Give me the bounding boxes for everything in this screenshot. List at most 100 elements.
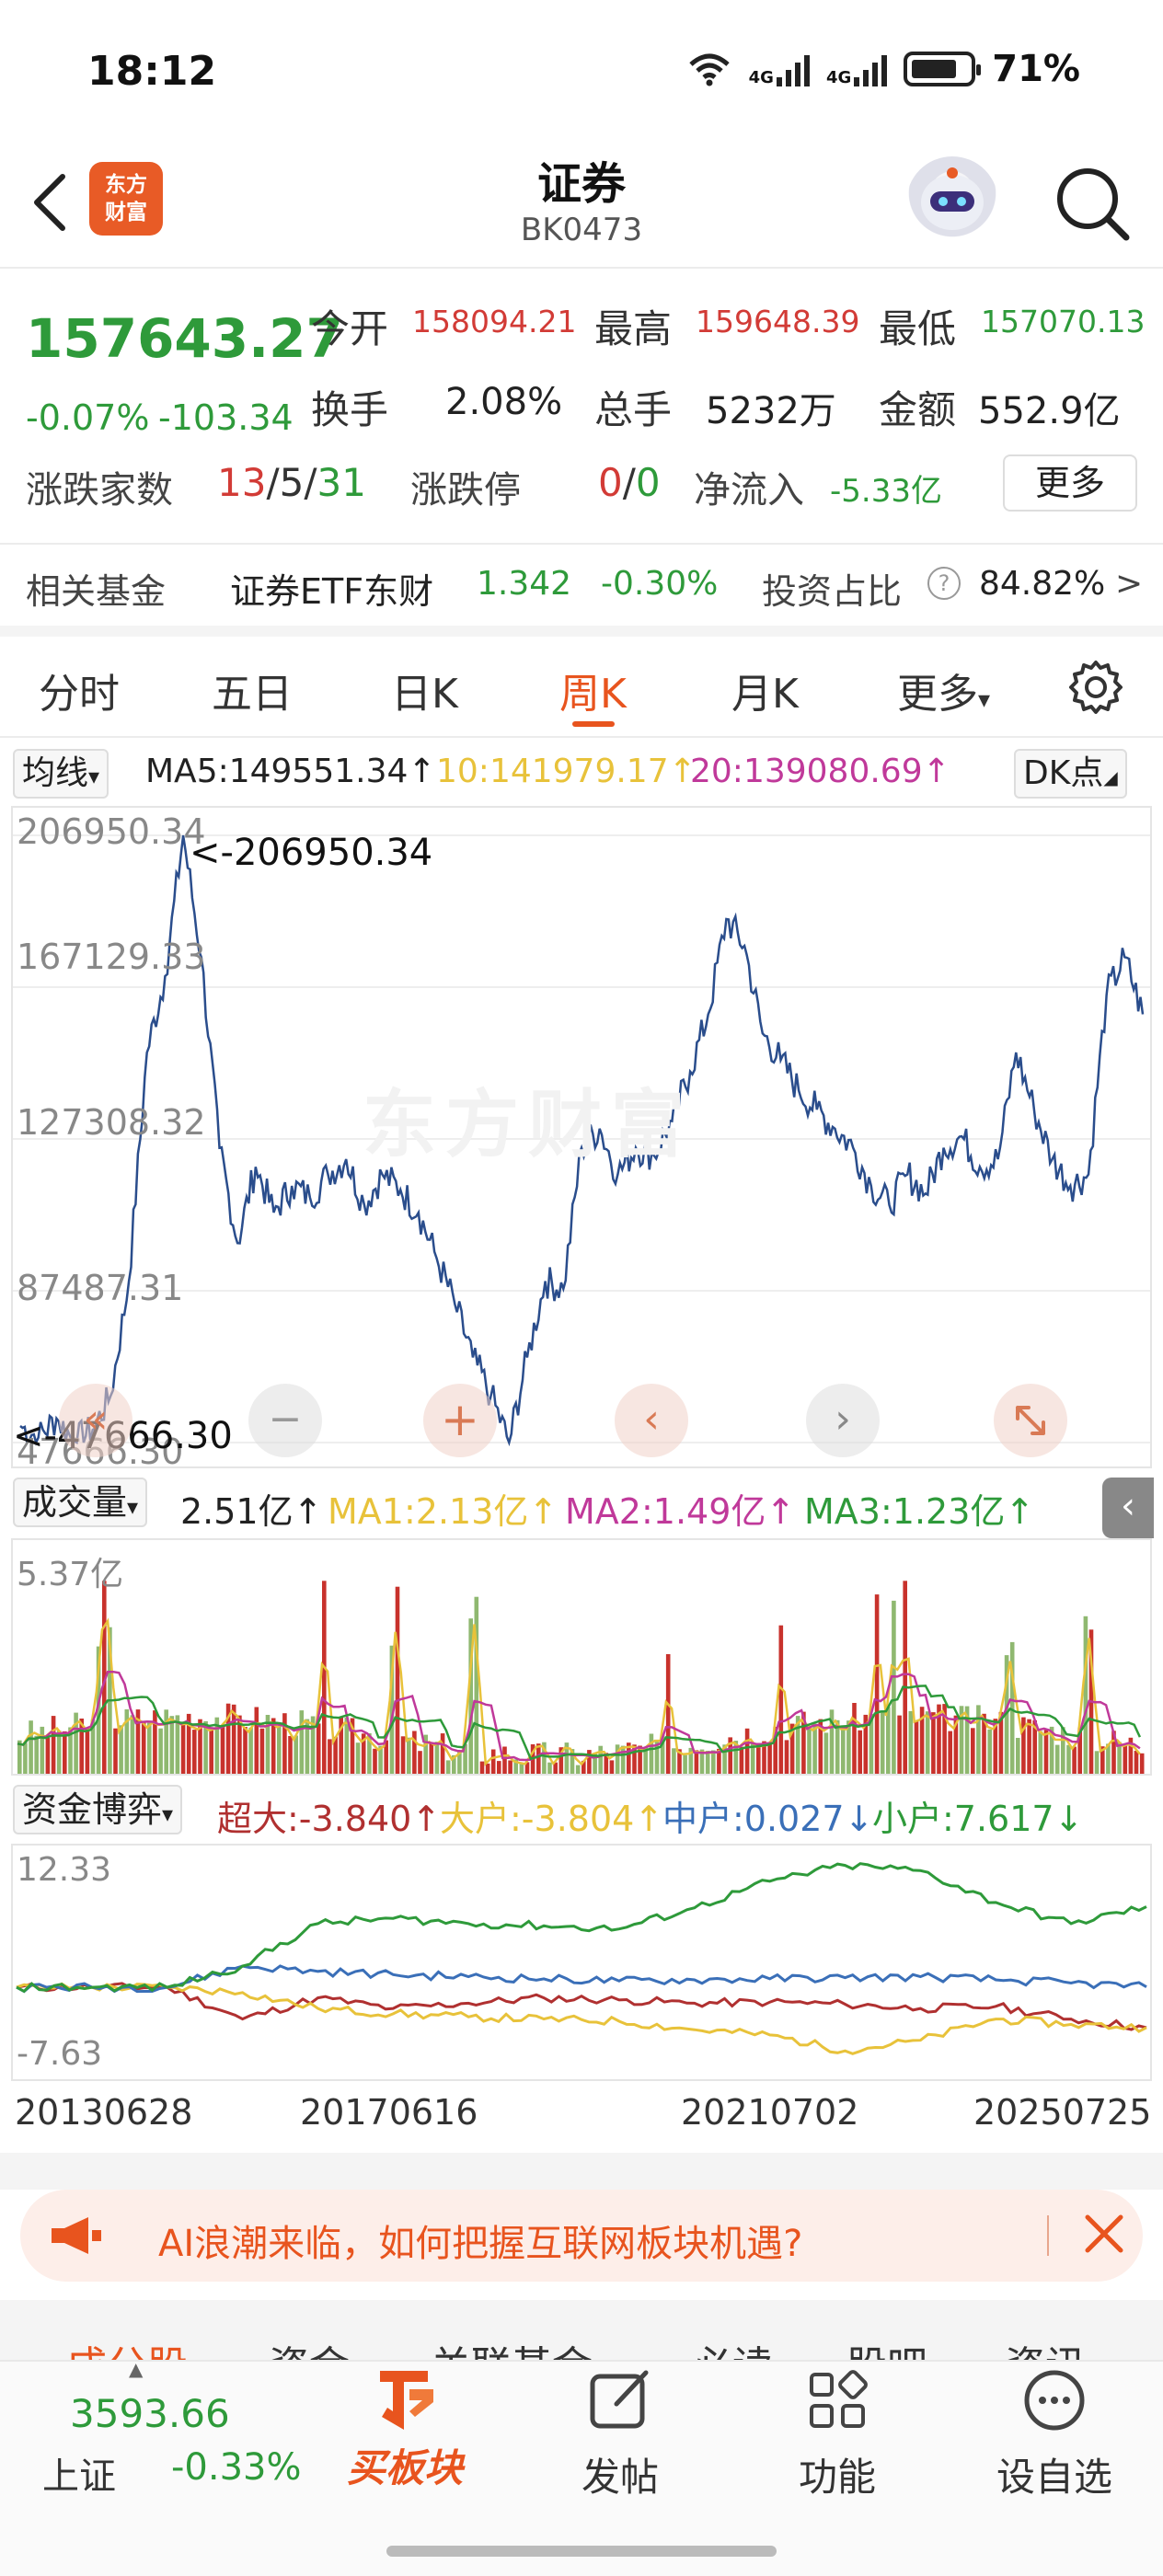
- volume-bar: [914, 1720, 919, 1774]
- volume-bar: [598, 1745, 603, 1774]
- fund-change: -0.30%: [601, 565, 719, 603]
- volume-bar: [164, 1709, 168, 1774]
- dk-point-button[interactable]: DK点◢: [1014, 749, 1127, 799]
- volume-bar: [254, 1707, 259, 1774]
- volume-bar: [407, 1737, 411, 1774]
- fullscreen-button[interactable]: [994, 1384, 1067, 1457]
- tab-weekly-k[interactable]: 周K: [559, 661, 627, 719]
- scroll-left-fast-button[interactable]: «: [59, 1384, 132, 1457]
- more-dots-icon: [1024, 2370, 1085, 2431]
- volume-bar: [908, 1710, 914, 1774]
- zoom-out-button[interactable]: −: [248, 1384, 322, 1457]
- function-label: 功能: [798, 2455, 876, 2500]
- more-button[interactable]: 更多: [1003, 454, 1137, 512]
- search-button[interactable]: [1049, 156, 1137, 248]
- volume-bar: [141, 1722, 146, 1774]
- volume-bar: [756, 1744, 761, 1774]
- volume-bar: [852, 1703, 857, 1774]
- add-watchlist-button[interactable]: 设自选: [981, 2363, 1128, 2502]
- fund-game-chart-svg: [16, 1862, 1147, 2055]
- volume-bar: [51, 1716, 56, 1774]
- volume-bar: [180, 1722, 186, 1774]
- section-divider: [0, 2153, 1163, 2190]
- header: 东方 财富 证券 BK0473: [0, 138, 1163, 269]
- fund-axis-bottom: -7.63: [17, 2035, 103, 2073]
- close-icon: [1085, 2214, 1123, 2253]
- fund-name[interactable]: 证券ETF东财: [230, 563, 433, 614]
- volume-selector[interactable]: 成交量▾: [13, 1478, 148, 1527]
- buy-sector-icon: [380, 2371, 433, 2430]
- date-label: 20250725: [973, 2092, 1152, 2133]
- volume-ma2: MA2:1.49亿↑: [565, 1491, 796, 1532]
- volume-bar: [418, 1751, 422, 1774]
- volume-bar: [373, 1748, 377, 1774]
- function-button[interactable]: 功能: [764, 2363, 911, 2502]
- volume-bar: [925, 1711, 930, 1774]
- ma-row: 均线▾ MA5:149551.34↑ 10:141979.17↑ 20:1390…: [0, 742, 1163, 806]
- volume-bar: [209, 1730, 213, 1774]
- scroll-left-button[interactable]: ‹: [615, 1384, 688, 1457]
- scroll-right-button[interactable]: ›: [806, 1384, 880, 1457]
- date-label: 20170616: [300, 2092, 478, 2133]
- volume-bar: [508, 1760, 512, 1774]
- volume-bar: [705, 1751, 710, 1774]
- add-watchlist-label: 设自选: [996, 2455, 1112, 2500]
- volume-bar: [1027, 1719, 1031, 1774]
- volume-bar: [429, 1742, 434, 1774]
- corner-arrow-icon: ◢: [1103, 766, 1118, 788]
- volume-bar: [903, 1581, 907, 1774]
- open-label: 今开: [311, 306, 389, 351]
- open-value: 158094.21: [412, 304, 577, 339]
- limit-values: 0/0: [598, 460, 661, 505]
- robot-avatar-icon[interactable]: [906, 156, 998, 248]
- zoom-in-button[interactable]: +: [423, 1384, 497, 1457]
- promo-banner[interactable]: AI浪潮来临，如何把握互联网板块机遇?: [20, 2190, 1143, 2282]
- volume-bar: [987, 1729, 992, 1774]
- index-value: 3593.66: [70, 2391, 230, 2436]
- tab-five-day[interactable]: 五日: [212, 661, 293, 719]
- buy-sector-button[interactable]: 买板块: [331, 2363, 478, 2493]
- large-value: 大户:-3.804↑: [440, 1799, 664, 1839]
- super-large-value: 超大:-3.840↑: [217, 1799, 442, 1839]
- tab-more[interactable]: 更多▾: [897, 661, 990, 719]
- megaphone-icon: [52, 2217, 101, 2254]
- related-fund-row[interactable]: 相关基金 证券ETF东财 1.342 -0.30% 投资占比 ? 84.82% …: [0, 543, 1163, 626]
- post-button[interactable]: 发帖: [547, 2363, 694, 2502]
- down-count: 31: [317, 460, 366, 505]
- collapse-panel-button[interactable]: ‹: [1102, 1478, 1154, 1538]
- volume-chart: 5.37亿: [11, 1538, 1152, 1776]
- volume-bar: [220, 1726, 225, 1774]
- watermark: 东方财富: [363, 1082, 694, 1167]
- ma-selector-label: 均线: [22, 754, 89, 792]
- fund-game-selector[interactable]: 资金博弈▾: [13, 1785, 183, 1834]
- tab-intraday[interactable]: 分时: [39, 661, 120, 719]
- status-bar: 18:12 4G 4G 71%: [0, 0, 1163, 138]
- breadth-label: 涨跌家数: [26, 469, 173, 512]
- volume-selector-label: 成交量: [22, 1482, 128, 1523]
- volume-bar: [1066, 1744, 1071, 1774]
- medium-value: 中户:0.027↓: [662, 1799, 874, 1839]
- volume-bar: [1134, 1751, 1139, 1774]
- volume-bar: [976, 1705, 981, 1774]
- tab-daily-k[interactable]: 日K: [391, 661, 458, 719]
- settings-button[interactable]: [1065, 657, 1126, 721]
- price-chart[interactable]: 东方财富 206950.34 167129.33 127308.32 87487…: [11, 806, 1152, 1472]
- fund-axis-top: 12.33: [17, 1851, 112, 1889]
- tab-monthly-k[interactable]: 月K: [731, 661, 799, 719]
- volume-chart-svg: [17, 1581, 1145, 1774]
- volume-bar: [739, 1746, 744, 1774]
- flat-count: 5: [279, 460, 305, 505]
- volume-axis-top: 5.37亿: [17, 1556, 124, 1593]
- ma-selector[interactable]: 均线▾: [13, 749, 109, 799]
- quote-panel: 157643.27 -0.07% -103.34 今开 158094.21 最高…: [0, 270, 1163, 537]
- help-icon[interactable]: ?: [927, 567, 961, 600]
- up-count: 13: [217, 460, 267, 505]
- volume-bar: [328, 1739, 332, 1774]
- signal-icon: 4G: [826, 52, 888, 86]
- index-ticker[interactable]: 3593.66 上证 -0.33%: [0, 2362, 304, 2546]
- gesture-bar[interactable]: [386, 2546, 777, 2557]
- close-banner-button[interactable]: [1078, 2208, 1130, 2263]
- volume-bar: [1123, 1743, 1128, 1774]
- volume-bar: [683, 1754, 687, 1774]
- fund-price: 1.342: [477, 565, 572, 603]
